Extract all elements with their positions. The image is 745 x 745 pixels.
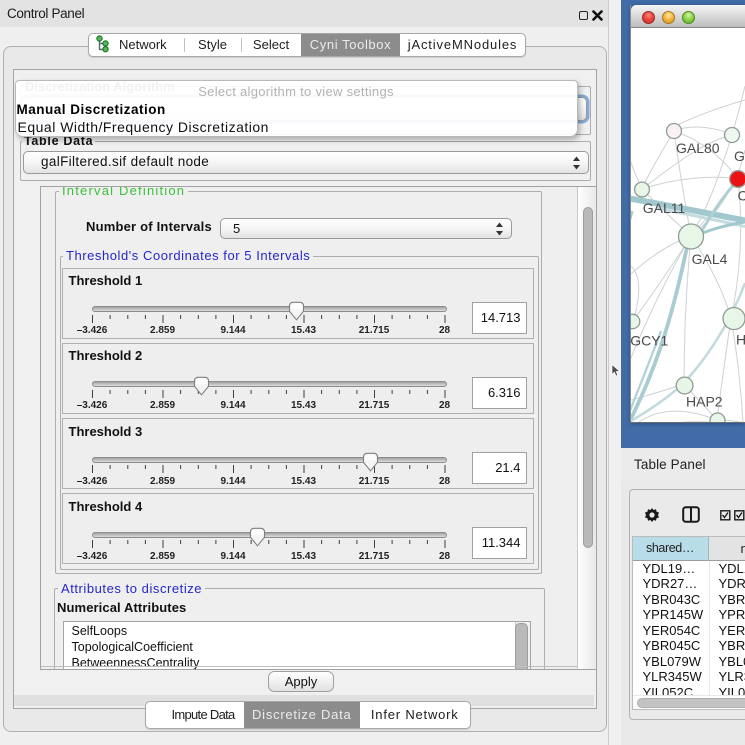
svg-text:GAL11: GAL11: [643, 200, 686, 216]
svg-text:HA: HA: [736, 331, 745, 347]
svg-text:GA: GA: [734, 148, 745, 164]
svg-text:CD: CD: [738, 188, 745, 204]
svg-text:GAL80: GAL80: [676, 140, 720, 156]
svg-text:GCY1: GCY1: [631, 332, 669, 348]
svg-text:GAL4: GAL4: [692, 251, 728, 267]
svg-text:HAP2: HAP2: [686, 394, 723, 410]
